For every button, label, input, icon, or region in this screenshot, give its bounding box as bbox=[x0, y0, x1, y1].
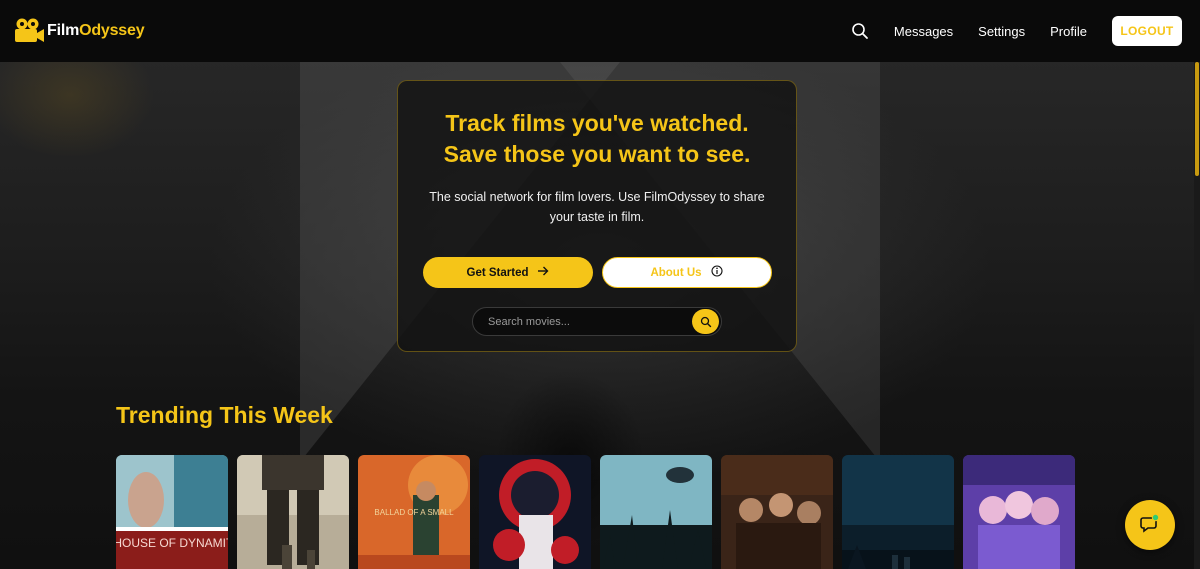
nav-link-settings[interactable]: Settings bbox=[978, 24, 1025, 39]
get-started-button[interactable]: Get Started bbox=[422, 257, 593, 288]
search-submit-button[interactable] bbox=[692, 309, 719, 334]
navbar: FilmOdyssey Messages Settings Profile LO… bbox=[0, 0, 1200, 62]
logo[interactable]: FilmOdyssey bbox=[13, 16, 145, 46]
nav-link-profile[interactable]: Profile bbox=[1050, 24, 1087, 39]
about-us-button[interactable]: About Us bbox=[601, 257, 772, 288]
film-camera-icon bbox=[13, 16, 45, 46]
hero-card: Track films you've watched. Save those y… bbox=[397, 80, 797, 352]
chat-button[interactable] bbox=[1125, 500, 1175, 550]
movie-search-bar bbox=[472, 307, 722, 336]
movie-poster[interactable] bbox=[237, 455, 349, 569]
movie-poster[interactable] bbox=[721, 455, 833, 569]
hero-subtitle: The social network for film lovers. Use … bbox=[429, 190, 765, 224]
search-icon bbox=[700, 316, 711, 327]
page-scrollbar[interactable] bbox=[1194, 62, 1200, 569]
search-icon[interactable] bbox=[850, 21, 870, 41]
trending-title: Trending This Week bbox=[116, 402, 333, 428]
movie-poster[interactable]: BALLAD OF A SMALL bbox=[358, 455, 470, 569]
scrollbar-thumb[interactable] bbox=[1195, 62, 1199, 176]
logout-button[interactable]: LOGOUT bbox=[1112, 16, 1182, 46]
movie-search-input[interactable] bbox=[488, 315, 692, 328]
hero-title-line-2: Save those you want to see. bbox=[443, 141, 751, 167]
about-us-label: About Us bbox=[650, 266, 702, 279]
movie-poster[interactable] bbox=[842, 455, 954, 569]
poster-title: A HOUSE OF DYNAMITE bbox=[116, 536, 228, 550]
nav-link-messages[interactable]: Messages bbox=[894, 24, 953, 39]
chat-icon bbox=[1139, 512, 1161, 539]
hero-title-line-1: Track films you've watched. bbox=[445, 110, 749, 136]
info-icon bbox=[710, 265, 723, 280]
nav-links: Messages Settings Profile LOGOUT bbox=[850, 16, 1182, 46]
trending-posters: A HOUSE OF DYNAMITE BALLAD OF A SMALL bbox=[116, 455, 1075, 569]
movie-poster[interactable] bbox=[963, 455, 1075, 569]
movie-poster[interactable] bbox=[479, 455, 591, 569]
hero-title: Track films you've watched. Save those y… bbox=[398, 108, 796, 170]
arrow-right-icon bbox=[537, 265, 549, 280]
logo-text: FilmOdyssey bbox=[47, 22, 145, 39]
get-started-label: Get Started bbox=[466, 266, 529, 279]
poster-title: BALLAD OF A SMALL bbox=[374, 508, 454, 517]
movie-poster[interactable] bbox=[600, 455, 712, 569]
movie-poster[interactable]: A HOUSE OF DYNAMITE bbox=[116, 455, 228, 569]
hero-buttons: Get Started About Us bbox=[398, 257, 796, 288]
